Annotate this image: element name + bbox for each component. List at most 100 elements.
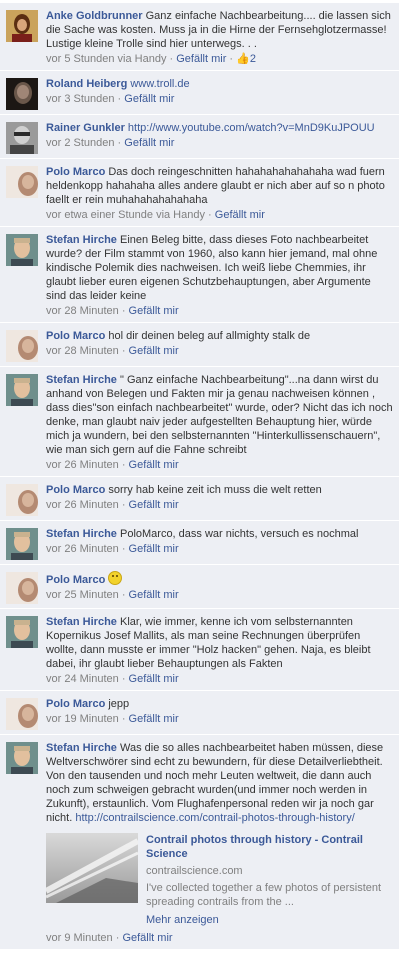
avatar-photo [6, 698, 38, 730]
avatar-photo [6, 122, 38, 154]
contrail-photo-icon [46, 833, 138, 903]
avatar-photo [6, 572, 38, 604]
avatar-photo [6, 166, 38, 198]
comment-item: Polo Marco hol dir deinen beleg auf allm… [0, 323, 399, 367]
comment-item: Roland Heiberg www.troll.de vor 3 Stunde… [0, 71, 399, 115]
avatar-photo [6, 234, 38, 266]
thumbs-up-icon[interactable]: 👍 [236, 53, 250, 65]
comment-author[interactable]: Stefan Hirche [46, 742, 117, 754]
comment-author[interactable]: Polo Marco [46, 698, 105, 710]
comment-time[interactable]: vor 24 Minuten [46, 673, 119, 685]
preview-domain: contrailscience.com [146, 865, 243, 877]
comment-meta: vor 25 Minuten · Gefällt mir [46, 589, 179, 601]
preview-title[interactable]: Contrail photos through history - Contra… [146, 833, 393, 861]
comment-link[interactable]: www.troll.de [130, 78, 189, 90]
comment-item: Stefan Hirche Klar, wie immer, kenne ich… [0, 609, 399, 691]
like-button[interactable]: Gefällt mir [176, 53, 226, 65]
comment-text: jepp [108, 698, 130, 710]
link-preview: Contrail photos through history - Contra… [46, 833, 393, 927]
comment-author[interactable]: Anke Goldbrunner [46, 10, 143, 22]
like-button[interactable]: Gefällt mir [129, 499, 179, 511]
comment-link[interactable]: http://www.youtube.com/watch?v=MnD9KuJPO… [128, 122, 375, 134]
comment-meta: vor 26 Minuten · Gefällt mir [46, 499, 179, 511]
avatar[interactable] [6, 166, 38, 198]
comment-meta: vor 2 Stunden · Gefällt mir [46, 137, 175, 149]
avatar[interactable] [6, 330, 38, 362]
like-button[interactable]: Gefällt mir [215, 209, 265, 221]
comment-time[interactable]: vor 19 Minuten [46, 713, 119, 725]
avatar-photo [6, 374, 38, 406]
like-button[interactable]: Gefällt mir [129, 543, 179, 555]
comment-item: Stefan Hirche Was die so alles nachbearb… [0, 735, 399, 950]
avatar[interactable] [6, 742, 38, 774]
comment-time[interactable]: vor 26 Minuten [46, 499, 119, 511]
comment-meta: vor 28 Minuten · Gefällt mir [46, 305, 179, 317]
like-count[interactable]: 2 [250, 53, 256, 65]
comment-author[interactable]: Stefan Hirche [46, 616, 117, 628]
comment-author[interactable]: Polo Marco [46, 166, 105, 178]
comment-item: Polo Marco Das doch reingeschnitten haha… [0, 159, 399, 227]
avatar-photo [6, 528, 38, 560]
comment-author[interactable]: Polo Marco [46, 484, 105, 496]
comment-author[interactable]: Stefan Hirche [46, 234, 117, 246]
like-button[interactable]: Gefällt mir [124, 137, 174, 149]
avatar-photo [6, 616, 38, 648]
comment-feed: Anke Goldbrunner Ganz einfache Nachbearb… [0, 0, 399, 950]
avatar[interactable] [6, 78, 38, 110]
like-button[interactable]: Gefällt mir [124, 93, 174, 105]
like-button[interactable]: Gefällt mir [129, 589, 179, 601]
comment-time[interactable]: vor 3 Stunden [46, 93, 115, 105]
comment-meta: vor 26 Minuten · Gefällt mir [46, 543, 179, 555]
avatar[interactable] [6, 484, 38, 516]
like-button[interactable]: Gefällt mir [129, 673, 179, 685]
preview-thumbnail[interactable] [46, 833, 138, 903]
comment-time[interactable]: vor 25 Minuten [46, 589, 119, 601]
like-button[interactable]: Gefällt mir [122, 932, 172, 944]
comment-item: Polo Marco jepp vor 19 Minuten · Gefällt… [0, 691, 399, 735]
like-button[interactable]: Gefällt mir [129, 459, 179, 471]
avatar[interactable] [6, 374, 38, 406]
comment-meta: vor 3 Stunden · Gefällt mir [46, 93, 175, 105]
comment-time[interactable]: vor 26 Minuten [46, 459, 119, 471]
comment-link[interactable]: http://contrailscience.com/contrail-phot… [75, 812, 354, 824]
avatar[interactable] [6, 122, 38, 154]
comment-time[interactable]: vor 28 Minuten [46, 345, 119, 357]
comment-item: Rainer Gunkler http://www.youtube.com/wa… [0, 115, 399, 159]
avatar[interactable] [6, 10, 38, 42]
comment-meta: vor 5 Stunden via Handy · Gefällt mir · … [46, 53, 256, 65]
comment-time[interactable]: vor 5 Stunden via Handy [46, 53, 166, 65]
comment-author[interactable]: Stefan Hirche [46, 528, 117, 540]
avatar-photo [6, 484, 38, 516]
avatar[interactable] [6, 528, 38, 560]
avatar[interactable] [6, 572, 38, 604]
comment-author[interactable]: Roland Heiberg [46, 78, 127, 90]
avatar[interactable] [6, 234, 38, 266]
avatar-photo [6, 330, 38, 362]
avatar[interactable] [6, 698, 38, 730]
comment-item: Stefan Hirche Einen Beleg bitte, dass di… [0, 227, 399, 323]
like-button[interactable]: Gefällt mir [129, 713, 179, 725]
comment-meta: vor 26 Minuten · Gefällt mir [46, 459, 179, 471]
avatar-photo [6, 742, 38, 774]
like-button[interactable]: Gefällt mir [129, 345, 179, 357]
comment-author[interactable]: Stefan Hirche [46, 374, 117, 386]
comment-author[interactable]: Polo Marco [46, 330, 105, 342]
comment-text: PoloMarco, dass war nichts, versuch es n… [119, 528, 359, 540]
comment-text: hol dir deinen beleg auf allmighty stalk… [108, 330, 311, 342]
comment-meta: vor 24 Minuten · Gefällt mir [46, 673, 179, 685]
comment-meta: vor 9 Minuten · Gefällt mir [46, 932, 173, 944]
smile-emoticon-icon [108, 571, 123, 585]
comment-time[interactable]: vor 26 Minuten [46, 543, 119, 555]
comment-time[interactable]: vor 9 Minuten [46, 932, 113, 944]
comment-time[interactable]: vor 28 Minuten [46, 305, 119, 317]
comment-author[interactable]: Rainer Gunkler [46, 122, 125, 134]
show-more-link[interactable]: Mehr anzeigen [146, 913, 393, 927]
comment-time[interactable]: vor 2 Stunden [46, 137, 115, 149]
comment-time[interactable]: vor etwa einer Stunde via Handy [46, 209, 205, 221]
comment-item: Anke Goldbrunner Ganz einfache Nachbearb… [0, 3, 399, 71]
comment-item: Polo Marco sorry hab keine zeit ich muss… [0, 477, 399, 521]
comment-text: " Ganz einfache Nachbearbeitung"...na da… [46, 374, 393, 456]
avatar[interactable] [6, 616, 38, 648]
like-button[interactable]: Gefällt mir [129, 305, 179, 317]
comment-author[interactable]: Polo Marco [46, 574, 105, 586]
